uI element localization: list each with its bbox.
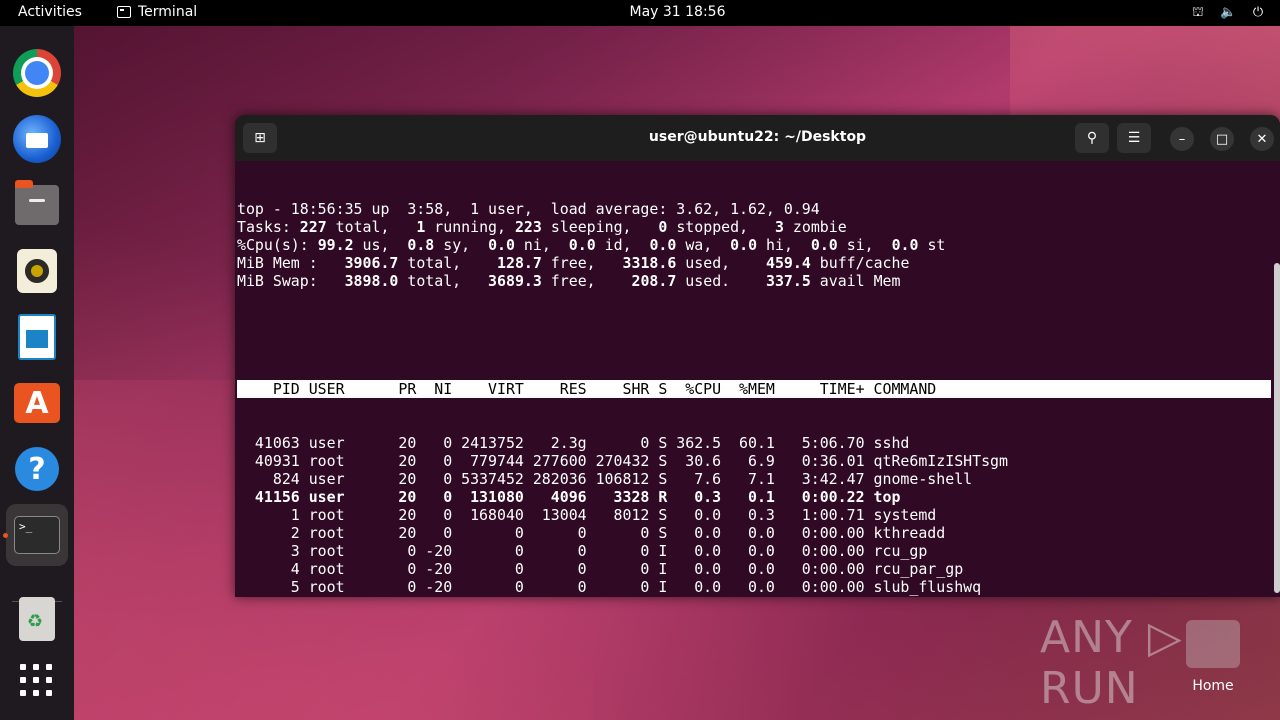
summary-line: MiB Swap: 3898.0 total, 3689.3 free, 208… [237,272,901,290]
window-header[interactable]: ⊞ user@ubuntu22: ~/Desktop ⚲ ☰ – □ ✕ [235,115,1280,161]
chrome-icon [13,49,61,97]
terminal-window[interactable]: ⊞ user@ubuntu22: ~/Desktop ⚲ ☰ – □ ✕ top… [235,115,1280,597]
dock-terminal[interactable]: >_ [6,504,68,566]
dock-app-center[interactable]: A [12,378,62,428]
terminal-icon: >_ [14,516,60,554]
process-row: 2 root 20 0 0 0 0 S 0.0 0.0 0:00.00 kthr… [237,524,946,542]
dock-trash[interactable] [12,594,62,644]
process-row: 41156 user 20 0 131080 4096 3328 R 0.3 0… [237,488,901,506]
thunderbird-icon [13,115,61,163]
process-row: 1 root 20 0 168040 13004 8012 S 0.0 0.3 … [237,506,937,524]
process-table-header: PID USER PR NI VIRT RES SHR S %CPU %MEM … [237,380,1271,398]
app-center-icon: A [14,383,60,423]
dock-rhythmbox[interactable] [12,246,62,296]
dock-writer[interactable] [12,312,62,362]
process-row: 824 user 20 0 5337452 282036 106812 S 7.… [237,470,973,488]
power-icon[interactable]: ⏻ [1250,5,1266,22]
show-apps-icon [20,664,54,698]
help-icon: ? [15,447,59,491]
anyrun-watermark: ANY ▷ RUN [1040,612,1183,714]
home-folder-icon[interactable] [1186,620,1240,668]
volume-icon[interactable]: 🔈 [1220,5,1236,22]
process-row: 5 root 0 -20 0 0 0 I 0.0 0.0 0:00.00 slu… [237,578,982,596]
maximize-button[interactable]: □ [1210,127,1234,151]
hamburger-icon: ☰ [1127,130,1141,146]
trash-icon [19,597,55,641]
writer-icon [18,314,56,360]
process-row: 40931 root 20 0 779744 277600 270432 S 3… [237,452,1008,470]
home-label[interactable]: Home [1180,678,1246,694]
summary-line: MiB Mem : 3906.7 total, 128.7 free, 3318… [237,254,910,272]
top-summary: top - 18:56:35 up 3:58, 1 user, load ave… [237,200,1273,290]
summary-line: Tasks: 227 total, 1 running, 223 sleepin… [237,218,847,236]
process-table: 41063 user 20 0 2413752 2.3g 0 S 362.5 6… [237,434,1273,597]
running-indicator [3,533,8,538]
menu-button[interactable]: ☰ [1117,123,1151,153]
minimize-button[interactable]: – [1170,127,1194,151]
dock-files[interactable] [12,180,62,230]
search-icon: ⚲ [1086,130,1098,146]
scrollbar[interactable] [1274,263,1280,593]
system-tray[interactable]: ⛫ 🔈 ⏻ [1190,5,1266,22]
dock: A ? >_ [0,26,74,720]
summary-line: top - 18:56:35 up 3:58, 1 user, load ave… [237,200,820,218]
dock-chrome[interactable] [12,48,62,98]
terminal-output[interactable]: top - 18:56:35 up 3:58, 1 user, load ave… [237,164,1273,597]
dock-thunderbird[interactable] [12,114,62,164]
dock-help[interactable]: ? [12,444,62,494]
close-button[interactable]: ✕ [1250,127,1274,151]
top-bar: Activities Terminal May 31 18:56 ⛫ 🔈 ⏻ [0,0,1280,26]
process-row: 41063 user 20 0 2413752 2.3g 0 S 362.5 6… [237,434,910,452]
show-apps-button[interactable] [12,656,62,706]
process-row: 4 root 0 -20 0 0 0 I 0.0 0.0 0:00.00 rcu… [237,560,964,578]
network-icon[interactable]: ⛫ [1190,5,1206,22]
rhythmbox-icon [17,249,57,293]
files-icon [15,180,59,225]
process-row: 3 root 0 -20 0 0 0 I 0.0 0.0 0:00.00 rcu… [237,542,928,560]
search-button[interactable]: ⚲ [1075,123,1109,153]
clock[interactable]: May 31 18:56 [0,4,1280,20]
summary-line: %Cpu(s): 99.2 us, 0.8 sy, 0.0 ni, 0.0 id… [237,236,946,254]
process-row: 6 root 0 -20 0 0 0 I 0.0 0.0 0:00.00 net… [237,596,1273,597]
